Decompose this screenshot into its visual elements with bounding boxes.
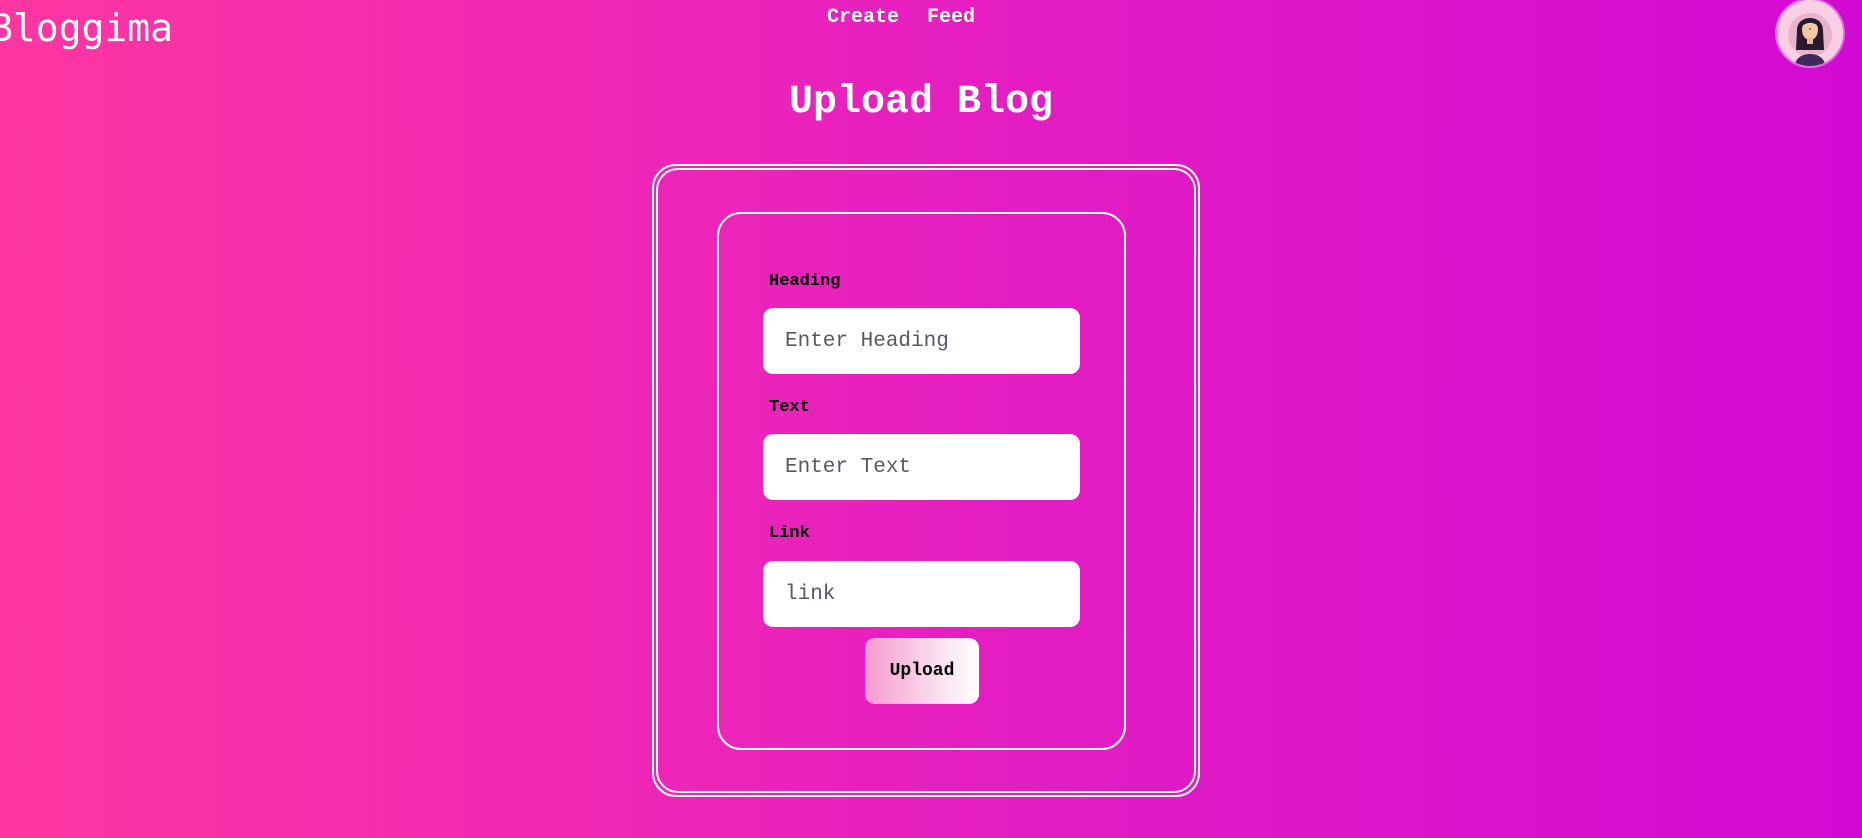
avatar-illustration — [1777, 0, 1843, 66]
text-input[interactable] — [763, 434, 1080, 500]
link-input[interactable] — [763, 561, 1080, 627]
user-avatar-icon[interactable] — [1777, 0, 1843, 66]
link-label: Link — [769, 524, 810, 543]
top-nav: Create Feed — [827, 6, 975, 29]
heading-input[interactable] — [763, 308, 1080, 374]
brand-logo[interactable]: Bloggima — [0, 6, 173, 50]
nav-create-link[interactable]: Create — [827, 6, 899, 29]
heading-label: Heading — [769, 272, 841, 291]
page-title: Upload Blog — [788, 80, 1054, 125]
upload-button[interactable]: Upload — [865, 638, 979, 704]
nav-feed-link[interactable]: Feed — [927, 6, 975, 29]
text-label: Text — [769, 398, 810, 417]
